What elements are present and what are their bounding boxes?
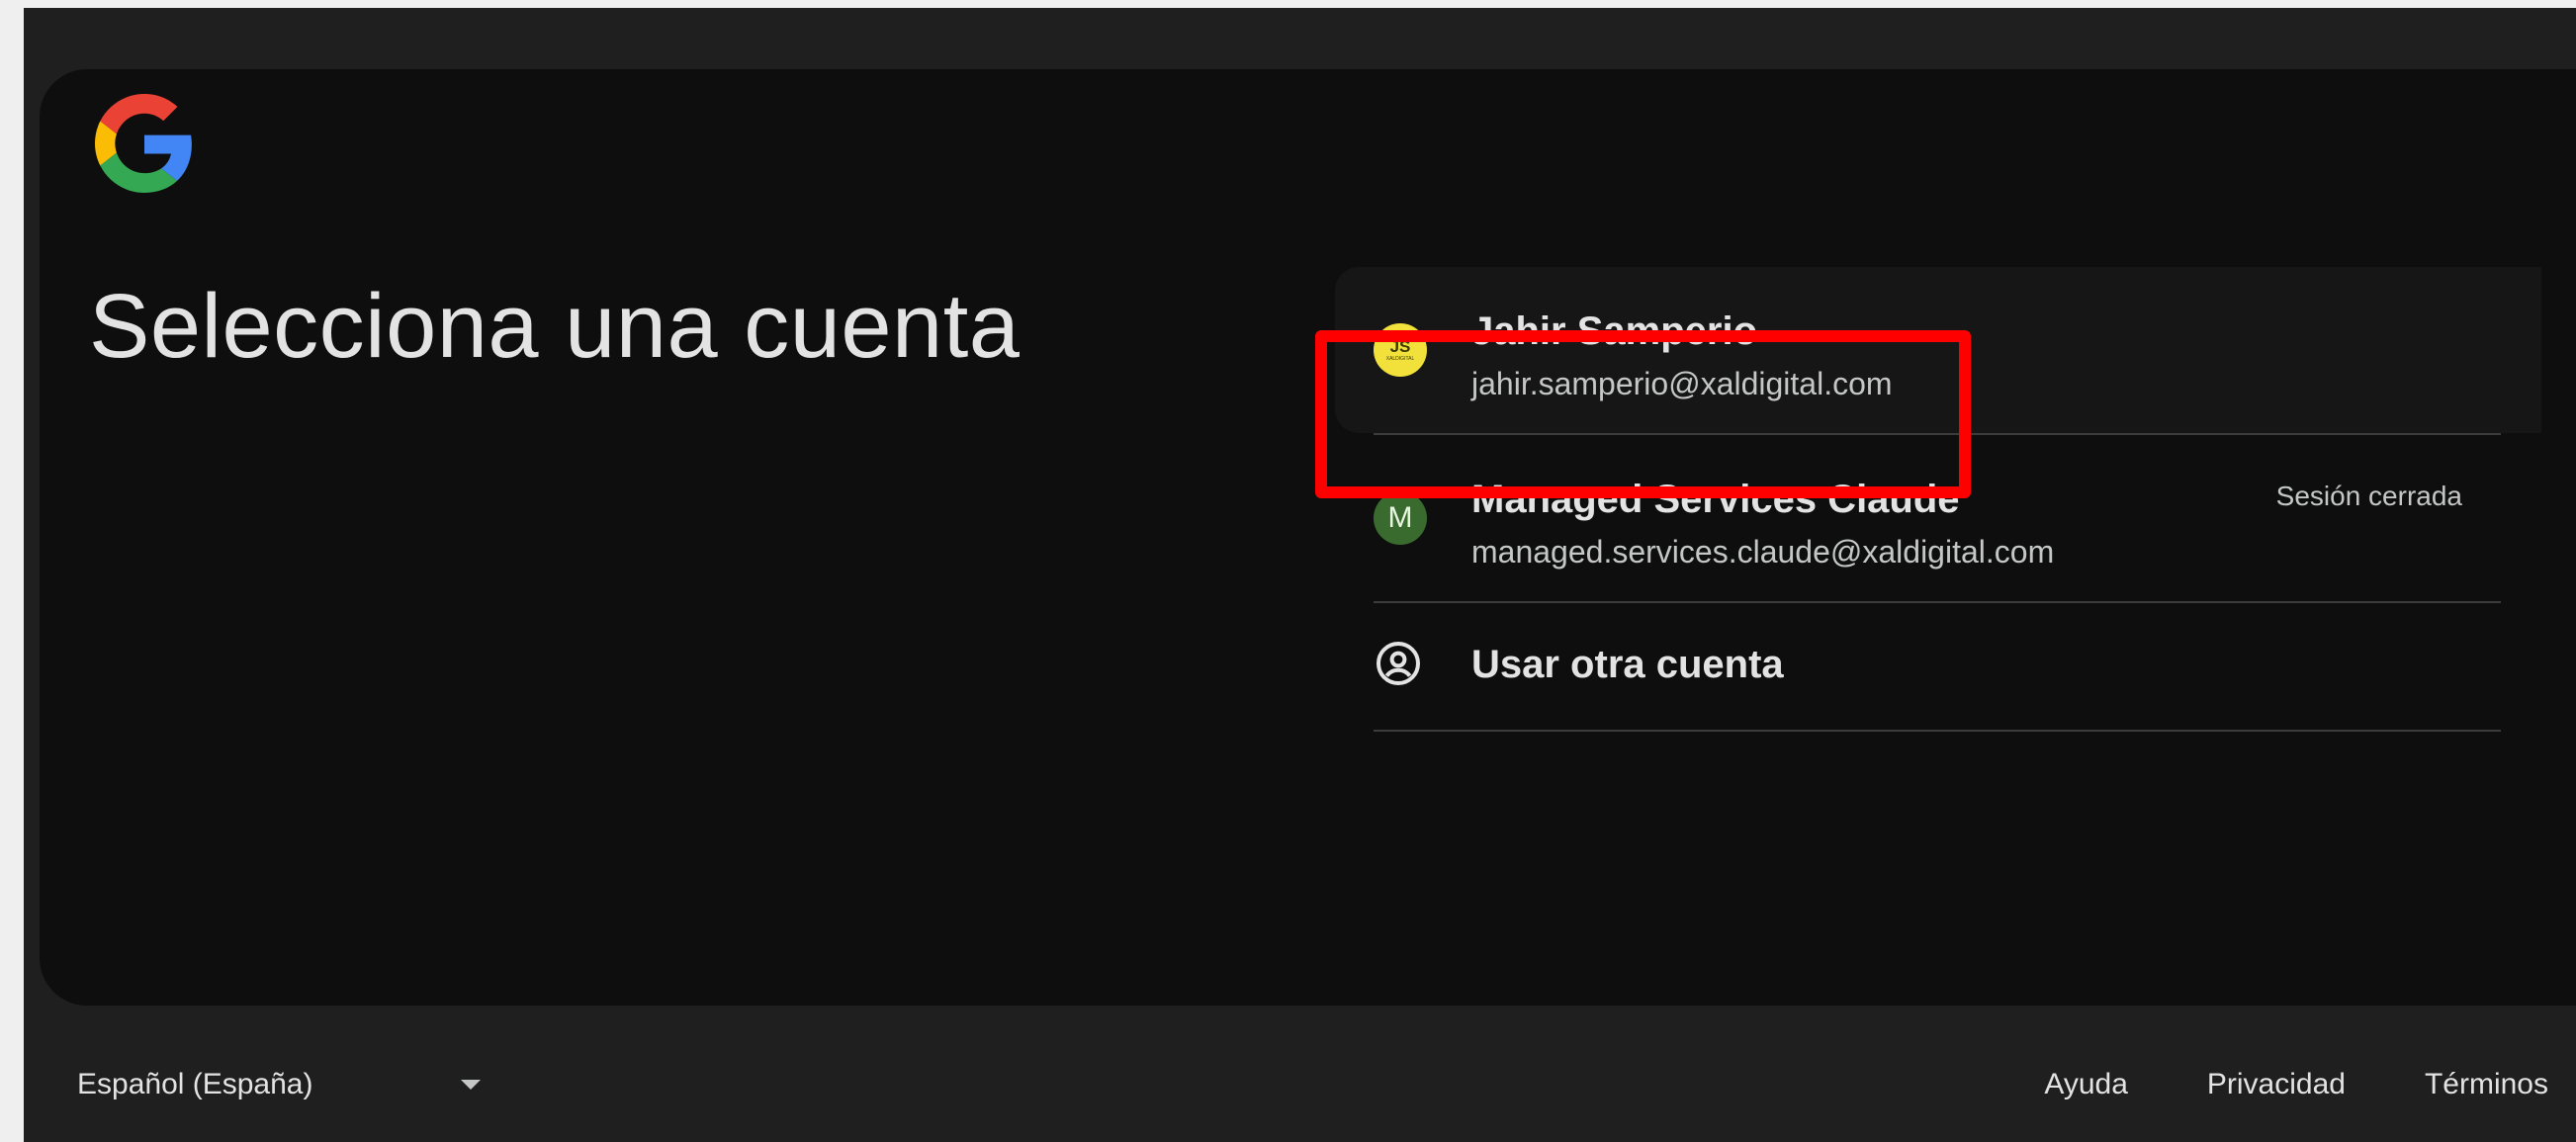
language-select-value: Español (España) bbox=[77, 1068, 313, 1100]
account-list: JS XALDIGITAL Jahir Samperio jahir.sampe… bbox=[1335, 267, 2541, 732]
avatar: M bbox=[1374, 491, 1427, 545]
avatar-subtext: XALDIGITAL bbox=[1385, 356, 1415, 362]
account-name: Jahir Samperio bbox=[1471, 309, 1758, 353]
account-name: Managed Services Claude bbox=[1471, 478, 1960, 521]
footer-links: Ayuda Privacidad Términos bbox=[2044, 1068, 2548, 1101]
google-g-icon bbox=[95, 94, 194, 193]
screenshot-border-left bbox=[0, 0, 24, 1142]
avatar-initial: M bbox=[1387, 501, 1413, 534]
terms-link[interactable]: Términos bbox=[2425, 1068, 2548, 1101]
language-select[interactable]: Español (España) bbox=[77, 1068, 482, 1101]
page-title: Selecciona una cuenta bbox=[89, 276, 1021, 377]
divider bbox=[1374, 730, 2501, 732]
account-email: jahir.samperio@xaldigital.com bbox=[1471, 366, 1893, 401]
screenshot-border-top bbox=[0, 0, 2576, 8]
account-circle-icon bbox=[1375, 640, 1422, 687]
avatar-initials: JS bbox=[1389, 337, 1411, 356]
help-link[interactable]: Ayuda bbox=[2044, 1068, 2128, 1101]
use-another-account-label: Usar otra cuenta bbox=[1471, 643, 1784, 686]
use-another-account-button[interactable]: Usar otra cuenta bbox=[1335, 603, 2541, 730]
avatar: JS XALDIGITAL bbox=[1374, 323, 1427, 377]
account-row-managed-services-claude[interactable]: M Managed Services Claude managed.servic… bbox=[1335, 435, 2541, 601]
account-row-jahir-samperio[interactable]: JS XALDIGITAL Jahir Samperio jahir.sampe… bbox=[1335, 267, 2541, 433]
footer: Español (España) Ayuda Privacidad Términ… bbox=[0, 1048, 2576, 1127]
privacy-link[interactable]: Privacidad bbox=[2207, 1068, 2346, 1101]
session-status-badge: Sesión cerrada bbox=[2275, 481, 2462, 511]
account-email: managed.services.claude@xaldigital.com bbox=[1471, 534, 2055, 570]
chevron-down-icon bbox=[461, 1080, 482, 1090]
